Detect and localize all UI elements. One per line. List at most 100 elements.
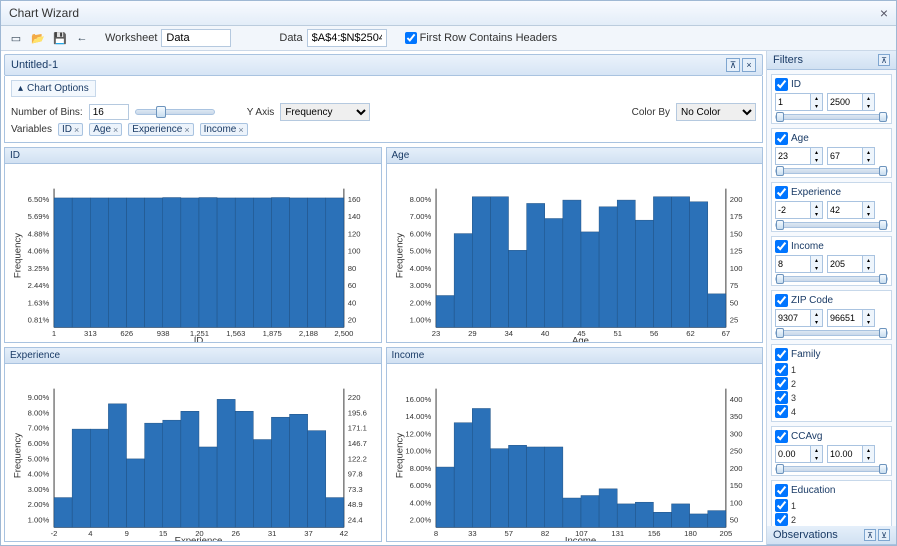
first-row-headers-checkbox[interactable]: First Row Contains Headers xyxy=(405,32,558,44)
chip-age[interactable]: Age× xyxy=(89,123,122,136)
filter-age-checkbox[interactable] xyxy=(775,132,788,145)
svg-text:Frequency: Frequency xyxy=(394,233,405,278)
filter-zip-min[interactable]: ▴▾ xyxy=(775,309,823,327)
bins-slider[interactable] xyxy=(135,109,215,115)
svg-text:97.8: 97.8 xyxy=(348,469,363,478)
svg-text:195.6: 195.6 xyxy=(348,408,367,417)
filter-exp-checkbox[interactable] xyxy=(775,186,788,199)
chart-options-toggle[interactable]: ▴ Chart Options xyxy=(11,80,96,97)
observations-header[interactable]: Observations ⊼ ⊻ xyxy=(767,526,896,545)
filter-id-min[interactable]: ▴▾ xyxy=(775,93,823,111)
filter-inc-checkbox[interactable] xyxy=(775,240,788,253)
svg-text:10.00%: 10.00% xyxy=(405,446,431,455)
svg-text:20: 20 xyxy=(348,316,357,325)
svg-text:300: 300 xyxy=(729,429,742,438)
svg-text:122.2: 122.2 xyxy=(348,454,367,463)
svg-text:1: 1 xyxy=(52,329,56,338)
svg-text:5.69%: 5.69% xyxy=(28,212,50,221)
filter-ccavg-min[interactable]: ▴▾ xyxy=(775,445,823,463)
svg-text:6.50%: 6.50% xyxy=(28,195,50,204)
bins-input[interactable] xyxy=(89,104,129,120)
data-range-input[interactable] xyxy=(307,29,387,47)
family-opt-4[interactable]: 4 xyxy=(775,405,888,418)
svg-text:2.00%: 2.00% xyxy=(28,500,50,509)
chart-title: ID xyxy=(5,148,381,164)
chip-experience[interactable]: Experience× xyxy=(128,123,193,136)
remove-chip-icon: × xyxy=(74,125,79,135)
svg-text:400: 400 xyxy=(729,395,742,404)
open-icon[interactable]: 📂 xyxy=(29,29,47,47)
worksheet-label: Worksheet xyxy=(105,32,157,44)
svg-text:42: 42 xyxy=(340,528,349,537)
filter-exp-max[interactable]: ▴▾ xyxy=(827,201,875,219)
document-tab[interactable]: Untitled-1 ⊼ × xyxy=(4,54,763,76)
collapse-filters-icon[interactable]: ⊼ xyxy=(878,54,890,66)
filter-id: ID ▴▾ ▴▾ xyxy=(771,74,892,124)
chart-experience: Frequency 1.00% 2.00% 3.00% 4.00% 5.00% … xyxy=(11,368,375,543)
filter-inc-min[interactable]: ▴▾ xyxy=(775,255,823,273)
filter-zip-checkbox[interactable] xyxy=(775,294,788,307)
chip-income[interactable]: Income× xyxy=(200,123,248,136)
filter-ccavg-max[interactable]: ▴▾ xyxy=(827,445,875,463)
filter-inc-slider[interactable] xyxy=(775,276,888,282)
filter-zip: ZIP Code ▴▾ ▴▾ xyxy=(771,290,892,340)
svg-text:2.00%: 2.00% xyxy=(409,298,431,307)
family-opt-1[interactable]: 1 xyxy=(775,363,888,376)
svg-text:200: 200 xyxy=(729,195,742,204)
svg-text:1,875: 1,875 xyxy=(263,329,282,338)
edu-opt-2[interactable]: 2 xyxy=(775,513,888,526)
new-icon[interactable]: ▭ xyxy=(7,29,25,47)
filter-id-checkbox[interactable] xyxy=(775,78,788,91)
svg-text:100: 100 xyxy=(729,264,742,273)
svg-text:40: 40 xyxy=(348,298,357,307)
svg-text:25: 25 xyxy=(729,316,738,325)
filter-age-slider[interactable] xyxy=(775,168,888,174)
back-icon[interactable]: ← xyxy=(73,29,91,47)
svg-text:73.3: 73.3 xyxy=(348,484,363,493)
svg-text:150: 150 xyxy=(729,481,742,490)
svg-text:Frequency: Frequency xyxy=(13,233,24,278)
window-title: Chart Wizard xyxy=(9,6,79,20)
svg-text:626: 626 xyxy=(120,329,133,338)
family-opt-3[interactable]: 3 xyxy=(775,391,888,404)
svg-text:29: 29 xyxy=(468,329,477,338)
yaxis-select[interactable]: Frequency xyxy=(280,103,370,121)
close-icon[interactable]: × xyxy=(880,5,888,21)
svg-text:24.4: 24.4 xyxy=(348,515,364,524)
filter-family-checkbox[interactable] xyxy=(775,348,788,361)
colorby-select[interactable]: No Color xyxy=(676,103,756,121)
filters-panel: Filters ⊼ ID ▴▾ ▴▾ Age ▴▾ ▴▾ xyxy=(766,51,896,545)
expand-obs-icon[interactable]: ⊻ xyxy=(878,529,890,541)
chip-id[interactable]: ID× xyxy=(58,123,83,136)
svg-text:3.00%: 3.00% xyxy=(409,281,431,290)
filter-age-min[interactable]: ▴▾ xyxy=(775,147,823,165)
chart-id: Frequency 0.81% 1.63% 2.44% 3.25% 4.06% … xyxy=(11,168,375,343)
collapse-icon[interactable]: ⊼ xyxy=(726,58,740,72)
filter-zip-slider[interactable] xyxy=(775,330,888,336)
filter-id-max[interactable]: ▴▾ xyxy=(827,93,875,111)
svg-text:0.81%: 0.81% xyxy=(28,316,50,325)
filter-income: Income ▴▾ ▴▾ xyxy=(771,236,892,286)
filter-inc-max[interactable]: ▴▾ xyxy=(827,255,875,273)
filter-ccavg-slider[interactable] xyxy=(775,466,888,472)
filter-exp-min[interactable]: ▴▾ xyxy=(775,201,823,219)
family-opt-2[interactable]: 2 xyxy=(775,377,888,390)
chart-income: Frequency 2.00% 4.00% 6.00% 8.00% 10.00%… xyxy=(393,368,757,543)
save-icon[interactable]: 💾 xyxy=(51,29,69,47)
worksheet-input[interactable] xyxy=(161,29,231,47)
filter-edu-checkbox[interactable] xyxy=(775,484,788,497)
filter-zip-max[interactable]: ▴▾ xyxy=(827,309,875,327)
svg-text:50: 50 xyxy=(729,298,738,307)
edu-opt-1[interactable]: 1 xyxy=(775,499,888,512)
filter-ccavg-checkbox[interactable] xyxy=(775,430,788,443)
close-tab-icon[interactable]: × xyxy=(742,58,756,72)
filter-id-slider[interactable] xyxy=(775,114,888,120)
window-titlebar: Chart Wizard × xyxy=(1,1,896,26)
filter-exp-slider[interactable] xyxy=(775,222,888,228)
svg-text:220: 220 xyxy=(348,393,361,402)
svg-text:1,563: 1,563 xyxy=(226,329,245,338)
variables-label: Variables xyxy=(11,124,52,135)
filter-age-max[interactable]: ▴▾ xyxy=(827,147,875,165)
collapse-obs-icon[interactable]: ⊼ xyxy=(864,529,876,541)
svg-text:50: 50 xyxy=(729,515,738,524)
